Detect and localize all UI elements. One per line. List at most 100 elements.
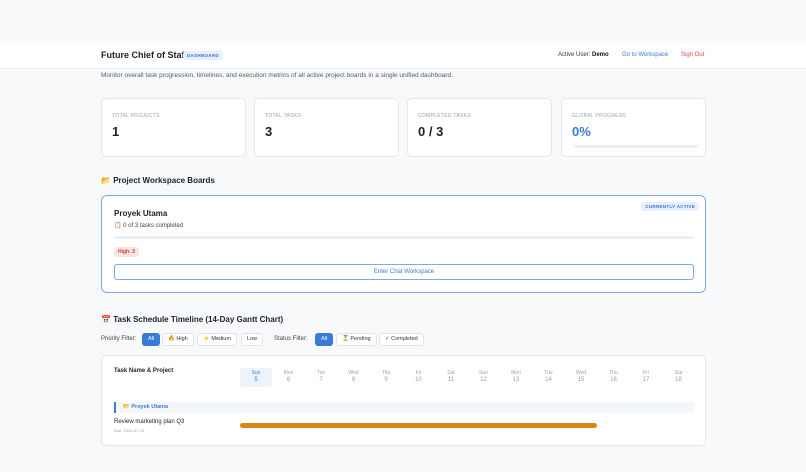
gantt-day-9: Tue 14 [533, 368, 565, 387]
gantt-task-bar[interactable] [240, 423, 597, 428]
gantt-day-0: Sun 5 [240, 368, 272, 387]
chip-label: All [321, 336, 328, 342]
gantt-day-8: Mon 13 [500, 368, 532, 387]
project-meta-text: 0 of 3 tasks completed [123, 223, 184, 229]
day-number: 18 [675, 377, 682, 383]
top-bar: Future Chief of Staff DASHBOARD Active U… [0, 41, 806, 69]
day-number: 16 [610, 377, 617, 383]
priority-filter-low[interactable]: Low [241, 333, 264, 346]
go-to-workspace-link[interactable]: Go to Workspace [622, 52, 668, 58]
stat-value: 3 [265, 124, 273, 139]
gantt-day-6: Sat 11 [435, 368, 467, 387]
day-name: Fri [643, 370, 649, 376]
day-number: 8 [351, 377, 356, 383]
chip-label: Medium [211, 336, 231, 342]
gantt-day-10: Wed 15 [565, 368, 597, 387]
day-number: 12 [480, 377, 487, 383]
chip-label: Pending [350, 336, 371, 342]
hourglass-icon: ⏳ [342, 336, 349, 342]
day-name: Sun [251, 370, 261, 376]
enter-chat-workspace-button[interactable]: Enter Chat Workspace [114, 264, 694, 280]
stat-label: GLOBAL PROGRESS [572, 113, 627, 119]
day-name: Sat [447, 370, 455, 376]
currently-active-badge: CURRENTLY ACTIVE [641, 202, 699, 211]
stat-label: TOTAL PROJECTS [112, 113, 160, 119]
status-filter-pending[interactable]: ⏳ Pending [336, 333, 377, 346]
day-name: Sat [674, 370, 683, 376]
clipboard-icon: 📋 [114, 223, 122, 229]
stat-card-global-progress: GLOBAL PROGRESS 0% [561, 98, 706, 157]
global-progress-bar [574, 145, 698, 148]
stat-card-completed-tasks: COMPLETED TASKS 0 / 3 [407, 98, 552, 157]
gantt-group-label: 📂 Proyek Utama [123, 404, 168, 410]
gantt-task-name[interactable]: Review marketing plan Q3 [114, 419, 184, 425]
chip-label: All [148, 336, 155, 342]
priority-filter-high[interactable]: 🔥 High [162, 333, 194, 346]
day-number: 11 [447, 377, 455, 383]
stat-value: 1 [112, 124, 120, 139]
project-meta: 📋 0 of 3 tasks completed [114, 222, 183, 229]
brand-title: Future Chief of Staff [101, 50, 188, 60]
day-name: Sun [479, 370, 488, 376]
chip-label: High [176, 336, 188, 342]
gantt-day-2: Tue 7 [305, 368, 337, 387]
day-number: 6 [286, 377, 291, 383]
day-name: Thu [609, 370, 618, 376]
gantt-day-7: Sun 12 [468, 368, 500, 387]
gantt-group-row: 📂 Proyek Utama [114, 402, 694, 413]
calendar-icon: 📅 [101, 315, 111, 324]
gantt-chart: Task Name & Project Sun 5 Mon 6 Tue 7 Wed 8 Thu 9… [101, 355, 706, 446]
day-name: Mon [511, 370, 521, 376]
day-number: 7 [319, 377, 323, 383]
day-name: Tue [316, 370, 326, 376]
group-name: Proyek Utama [131, 404, 169, 410]
day-number: 15 [577, 377, 585, 383]
check-icon: ✓ [385, 336, 390, 342]
gantt-day-4: Thu 9 [370, 368, 402, 387]
boards-section-title: 📂 Project Workspace Boards [101, 176, 215, 185]
gantt-day-12: Fri 17 [630, 368, 662, 387]
gantt-day-13: Sat 18 [663, 368, 695, 387]
status-filter-all[interactable]: All [315, 333, 334, 346]
gantt-day-1: Mon 6 [273, 368, 305, 387]
gantt-day-3: Wed 8 [338, 368, 370, 387]
gantt-column-header: Task Name & Project [114, 368, 174, 374]
stat-value: 0 / 3 [418, 124, 444, 139]
page-subtitle: Monitor overall task progression, timeli… [101, 72, 453, 79]
folder-icon: 📂 [123, 404, 130, 410]
priority-badge: High: 3 [114, 247, 139, 257]
gantt-day-5: Fri 10 [403, 368, 435, 387]
gantt-task-due: Due: 2026-07-15 [114, 428, 145, 433]
day-number: 13 [512, 377, 520, 383]
day-number: 5 [254, 377, 258, 383]
chip-label: Low [247, 336, 258, 342]
fire-icon: 🔥 [168, 336, 175, 342]
project-progress-bar [114, 236, 694, 239]
chip-label: Completed [391, 336, 418, 342]
priority-filter-all[interactable]: All [142, 333, 161, 346]
day-name: Mon [283, 370, 294, 376]
stat-card-total-projects: TOTAL PROJECTS 1 [101, 98, 246, 157]
boards-title: Project Workspace Boards [113, 176, 215, 185]
lightning-icon: ⚡ [203, 336, 210, 342]
dashboard-badge: DASHBOARD [183, 51, 223, 60]
day-name: Wed [348, 370, 359, 376]
day-name: Fri [415, 370, 422, 376]
sign-out-link[interactable]: Sign Out [681, 52, 704, 58]
day-name: Wed [575, 370, 587, 376]
day-number: 14 [545, 377, 552, 383]
project-card[interactable]: CURRENTLY ACTIVE Proyek Utama 📋 0 of 3 t… [101, 195, 706, 293]
status-filter-completed[interactable]: ✓ Completed [379, 333, 424, 346]
stat-value: 0% [572, 124, 591, 139]
active-user: Active User: Demo [558, 52, 609, 58]
gantt-day-11: Thu 16 [598, 368, 630, 387]
folder-icon: 📂 [101, 176, 111, 185]
day-number: 9 [384, 377, 388, 383]
project-name: Proyek Utama [114, 209, 168, 218]
priority-filter-label: Priority Filter: [101, 336, 137, 342]
timeline-title: Task Schedule Timeline (14-Day Gantt Cha… [113, 315, 284, 324]
day-name: Tue [544, 370, 553, 376]
stat-card-total-tasks: TOTAL TASKS 3 [254, 98, 399, 157]
active-user-name: Demo [592, 52, 609, 58]
priority-filter-medium[interactable]: ⚡ Medium [197, 333, 237, 346]
